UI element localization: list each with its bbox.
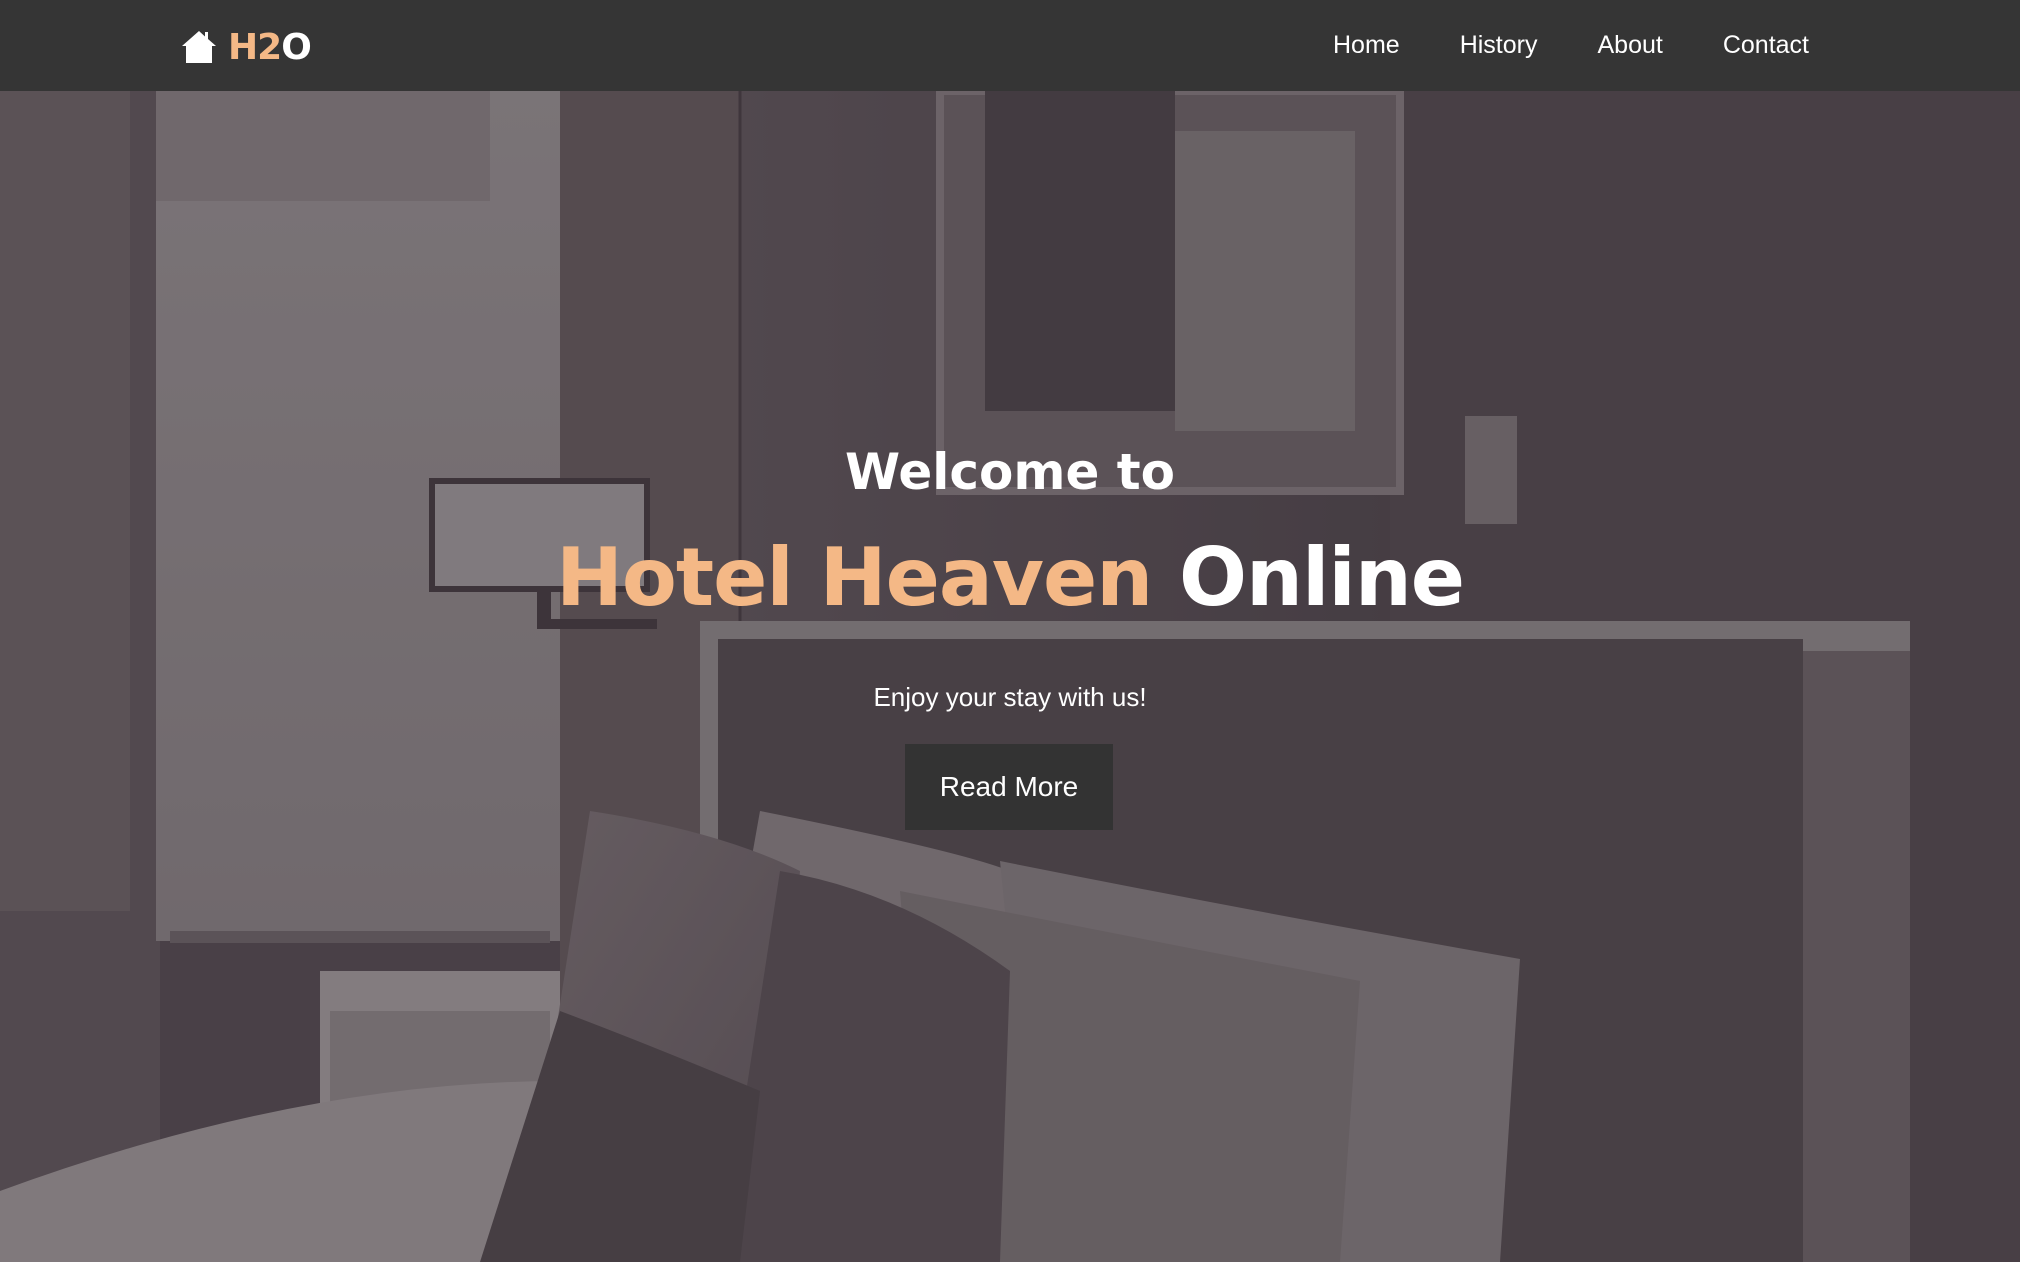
hero-background-image [0, 91, 2020, 1262]
hero-tagline: Enjoy your stay with us! [873, 682, 1147, 712]
navbar: H2O Home History About Contact [0, 0, 2020, 91]
read-more-button[interactable]: Read More [905, 744, 1113, 830]
hero-title: Hotel Heaven Online [0, 531, 2020, 624]
brand-name-part2: O [281, 26, 312, 68]
nav-link-about[interactable]: About [1597, 31, 1662, 60]
page: H2O Home History About Contact Welcome t… [0, 0, 2020, 1262]
nav-link-home[interactable]: Home [1333, 31, 1400, 60]
hero-welcome-text: Welcome to [844, 443, 1176, 501]
hero-title-accent: Hotel Heaven [555, 531, 1153, 624]
brand-name: H2O [228, 26, 312, 68]
brand-logo[interactable]: H2O [180, 24, 312, 70]
main-nav: Home History About Contact [1273, 0, 1809, 91]
nav-link-contact[interactable]: Contact [1723, 31, 1809, 60]
home-icon [180, 29, 218, 65]
hero-title-rest: Online [1152, 531, 1465, 624]
brand-name-part1: H2 [228, 26, 282, 68]
hero-section: Welcome to Hotel Heaven Online Enjoy you… [0, 91, 2020, 1262]
nav-link-history[interactable]: History [1460, 31, 1538, 60]
